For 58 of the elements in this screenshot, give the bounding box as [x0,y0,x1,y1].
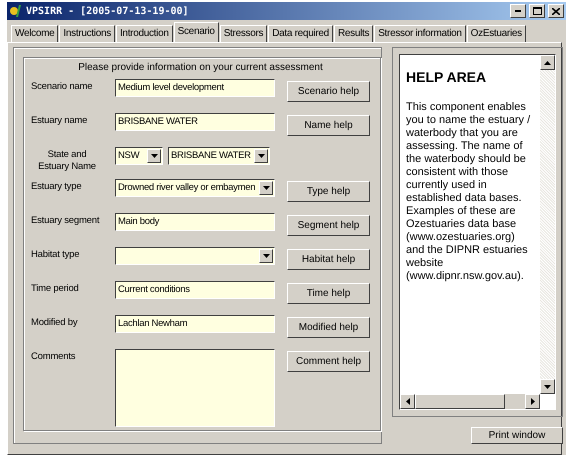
maximize-icon [532,7,542,15]
comments-field[interactable] [115,349,275,427]
help-button[interactable]: Habitat help [287,249,370,270]
help-button[interactable]: Modified help [287,317,370,338]
field-label: Scenario name [31,80,94,93]
minimize-icon [515,10,521,12]
down-arrow-icon [544,384,551,388]
tab[interactable]: Introduction [116,25,173,42]
dropdown-arrow-icon [150,154,158,158]
text-field[interactable]: Lachlan Newham [115,315,275,333]
app-logo-icon [9,4,23,18]
dropdown[interactable]: BRISBANE WATER [168,147,270,165]
form-heading: Please provide information on your current assessment [77,62,324,73]
window-title: VPSIRR - [2005-07-13-19-00] [26,6,190,16]
tab[interactable]: Results [334,25,374,42]
field-label: State and Estuary Name [37,148,97,173]
help-button[interactable]: Segment help [287,215,370,236]
field-label: Estuary type [31,180,82,193]
help-title: HELP AREA [406,69,488,85]
help-button[interactable]: Name help [287,115,370,136]
help-button[interactable]: Scenario help [287,81,370,102]
tab[interactable]: OzEstuaries [466,25,526,42]
close-icon [552,8,560,14]
close-button[interactable] [548,4,564,18]
dropdown-arrow-icon [262,186,270,190]
field-label: Time period [31,282,80,295]
horizontal-scrollbar[interactable] [400,394,540,409]
text-field[interactable]: BRISBANE WATER [115,113,275,131]
dropdown[interactable] [115,247,275,265]
help-button[interactable]: Type help [287,181,370,202]
dropdown[interactable]: NSW [115,147,163,165]
up-arrow-icon [544,60,551,64]
tab[interactable]: Welcome [11,25,58,42]
field-label: Modified by [31,316,78,329]
text-field[interactable]: Current conditions [115,281,275,299]
tab[interactable]: Stressor information [374,25,466,42]
tab[interactable]: Scenario [174,22,219,42]
dropdown-arrow-icon [258,154,264,158]
field-label: Habitat type [31,248,80,261]
left-arrow-icon [406,398,410,405]
vertical-scrollbar[interactable] [540,55,555,394]
help-button[interactable]: Time help [287,283,370,304]
tab[interactable]: Data required [268,25,333,42]
field-label: Estuary name [31,114,88,127]
dropdown[interactable]: Drowned river valley or embaymen [115,179,275,197]
right-arrow-icon [530,398,534,405]
dropdown-arrow-icon [262,254,270,258]
minimize-button[interactable] [510,4,526,18]
help-text: This component enables you to name the estuary / waterbody that you are assessing. The name of the waterbody should be consistent with those currently used in established data bases. Examples of these are Ozestuaries data base (www.ozestuaries.org) and the DIPNR estuaries website (www.dipnr.nsw.gov.au). [406,101,532,283]
field-label: Estuary segment [31,214,100,227]
print-button[interactable]: Print window [471,427,563,444]
help-button[interactable]: Comment help [287,351,370,372]
tab[interactable]: Stressors [220,25,268,42]
field-label: Comments [31,350,76,363]
text-field[interactable]: Main body [115,213,275,231]
text-field[interactable]: Medium level development [115,79,275,97]
maximize-button[interactable] [529,4,545,18]
tab[interactable]: Instructions [59,25,115,42]
